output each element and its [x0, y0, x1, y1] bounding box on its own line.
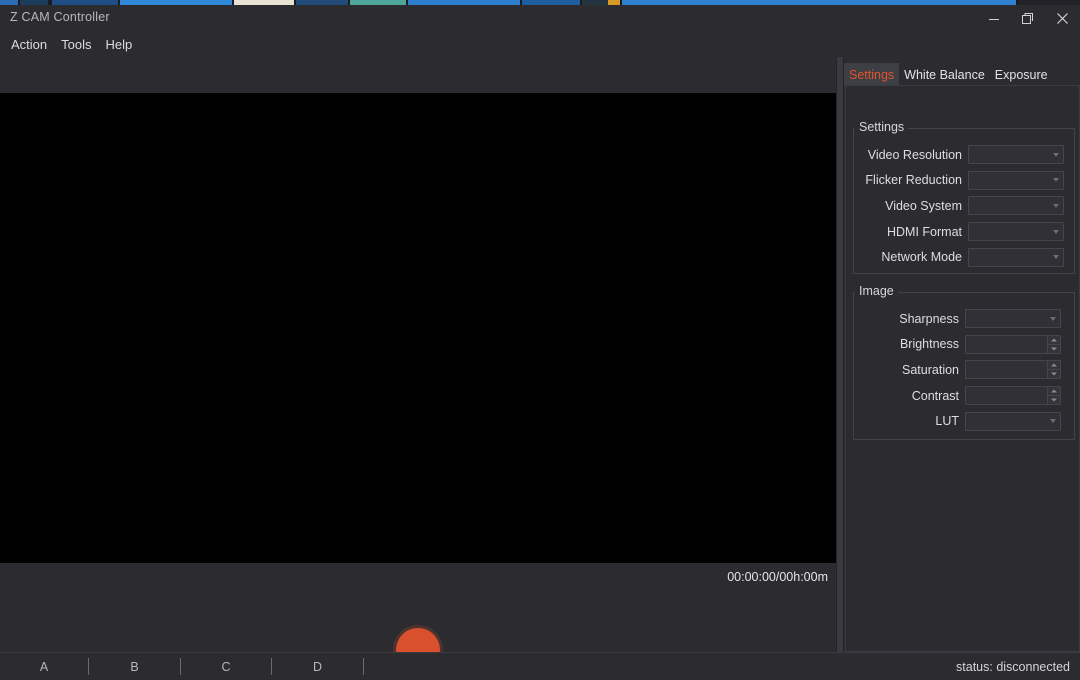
- spinbox-saturation[interactable]: [965, 360, 1061, 380]
- status-cell-a[interactable]: A: [0, 653, 88, 680]
- label-brightness: Brightness: [899, 337, 959, 352]
- combobox-lut[interactable]: [965, 411, 1061, 431]
- status-cell-d[interactable]: D: [272, 653, 363, 680]
- field-saturation: Saturation: [853, 357, 1075, 383]
- label-sharpness: Sharpness: [899, 311, 959, 326]
- field-flicker-reduction: Flicker Reduction: [853, 168, 1075, 194]
- chevron-down-icon: [1053, 152, 1059, 157]
- chevron-down-icon: [1053, 229, 1059, 234]
- status-cell-c[interactable]: C: [181, 653, 271, 680]
- status-cell-b[interactable]: B: [89, 653, 180, 680]
- chevron-down-icon: [1053, 203, 1059, 208]
- menu-item-help[interactable]: Help: [99, 34, 140, 55]
- chevron-down-icon: [1050, 419, 1056, 424]
- chevron-down-icon: [1053, 178, 1059, 183]
- combobox-network-mode[interactable]: [968, 247, 1064, 267]
- chevron-down-icon: [1053, 255, 1059, 260]
- label-lut: LUT: [935, 414, 959, 429]
- tab-exposure[interactable]: Exposure: [990, 63, 1053, 86]
- group-settings: Settings Video Resolution Flicker Reduct…: [853, 120, 1075, 274]
- field-hdmi-format: HDMI Format: [853, 219, 1075, 245]
- panel-body: Settings Video Resolution Flicker Reduct…: [845, 86, 1080, 652]
- label-contrast: Contrast: [911, 388, 959, 403]
- menu-item-tools[interactable]: Tools: [54, 34, 98, 55]
- spinner-down-icon[interactable]: [1048, 395, 1060, 405]
- status-separator: [363, 658, 364, 675]
- restore-icon[interactable]: [1011, 5, 1045, 32]
- panel-splitter[interactable]: [836, 57, 844, 652]
- close-icon[interactable]: [1045, 5, 1079, 32]
- field-network-mode: Network Mode: [853, 244, 1075, 270]
- field-lut: LUT: [853, 408, 1075, 434]
- label-video-system: Video System: [885, 198, 962, 213]
- spinner-buttons[interactable]: [1047, 361, 1060, 379]
- combobox-hdmi-format[interactable]: [968, 222, 1064, 242]
- field-contrast: Contrast: [853, 383, 1075, 409]
- spinner-buttons[interactable]: [1047, 387, 1060, 405]
- spinbox-brightness[interactable]: [965, 334, 1061, 354]
- panel-tab-bar: Settings White Balance Exposure: [844, 63, 1080, 86]
- spinbox-contrast[interactable]: [965, 386, 1061, 406]
- label-network-mode: Network Mode: [881, 250, 962, 265]
- label-hdmi-format: HDMI Format: [887, 224, 962, 239]
- status-bar: A B C D status: disconnected: [0, 652, 1080, 680]
- field-video-system: Video System: [853, 193, 1075, 219]
- connection-status: status: disconnected: [956, 659, 1070, 674]
- field-sharpness: Sharpness: [853, 306, 1075, 332]
- chevron-down-icon: [1050, 316, 1056, 321]
- menu-bar: Action Tools Help: [0, 32, 1080, 57]
- field-video-resolution: Video Resolution: [853, 142, 1075, 168]
- timecode-display: 00:00:00/00h:00m: [727, 570, 828, 584]
- menu-item-action[interactable]: Action: [4, 34, 54, 55]
- label-saturation: Saturation: [902, 362, 959, 377]
- settings-panel: Settings White Balance Exposure Settings…: [844, 57, 1080, 652]
- app-title: Z CAM Controller: [10, 10, 110, 24]
- combobox-video-system[interactable]: [968, 196, 1064, 216]
- combobox-video-resolution[interactable]: [968, 145, 1064, 165]
- spinner-up-icon[interactable]: [1048, 335, 1060, 344]
- spinner-up-icon[interactable]: [1048, 361, 1060, 370]
- spinner-up-icon[interactable]: [1048, 387, 1060, 396]
- minimize-icon[interactable]: [977, 5, 1011, 32]
- spinner-buttons[interactable]: [1047, 335, 1060, 353]
- field-brightness: Brightness: [853, 332, 1075, 358]
- group-title-settings: Settings: [855, 120, 909, 134]
- transport-bar: [0, 592, 836, 672]
- tab-settings[interactable]: Settings: [844, 63, 900, 86]
- app-window: Z CAM Controller Action Tools Help 00:00…: [0, 5, 1080, 680]
- group-image: Image Sharpness Brightness Saturation Co…: [853, 284, 1075, 440]
- spinner-down-icon[interactable]: [1048, 369, 1060, 379]
- title-bar[interactable]: Z CAM Controller: [0, 5, 1080, 32]
- label-video-resolution: Video Resolution: [867, 147, 962, 162]
- combobox-sharpness[interactable]: [965, 309, 1061, 329]
- tab-white-balance[interactable]: White Balance: [899, 63, 990, 86]
- group-title-image: Image: [855, 284, 898, 298]
- combobox-flicker-reduction[interactable]: [968, 170, 1064, 190]
- video-preview[interactable]: [0, 93, 836, 563]
- label-flicker-reduction: Flicker Reduction: [865, 173, 962, 188]
- spinner-down-icon[interactable]: [1048, 343, 1060, 353]
- preview-column: 00:00:00/00h:00m: [0, 57, 836, 672]
